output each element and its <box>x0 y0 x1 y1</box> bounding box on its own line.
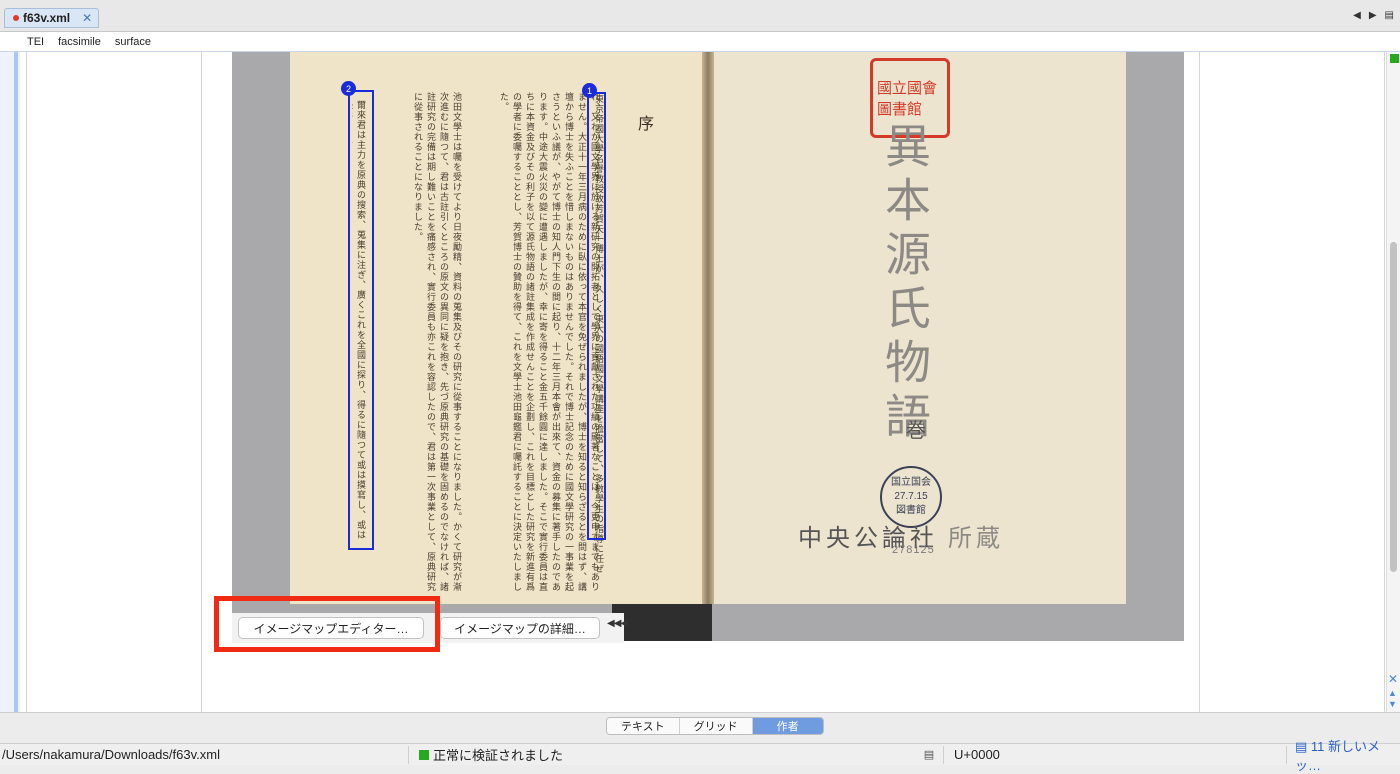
breadcrumb: TEI facsimile surface <box>0 32 1400 52</box>
status-bar: /Users/nakamura/Downloads/f63v.xml 正常に検証… <box>0 739 1400 773</box>
mode-switcher: テキスト グリッド 作者 <box>606 717 824 735</box>
validation-status[interactable]: 正常に検証されました <box>409 745 915 764</box>
zone-2-box[interactable] <box>348 90 374 550</box>
unicode-indicator: U+0000 <box>954 747 1000 762</box>
collection-mark: 所蔵 <box>948 524 1004 552</box>
book-title: 異本源氏物語 <box>878 122 932 446</box>
close-marker-icon[interactable]: ✕ <box>1388 672 1398 686</box>
message-icon: ▤ <box>1295 738 1311 754</box>
tab-f63v-xml[interactable]: f63v.xml ✕ <box>4 8 100 28</box>
divider <box>1384 52 1385 712</box>
document-icon[interactable]: ▤ <box>915 748 943 761</box>
mode-text[interactable]: テキスト <box>607 718 680 734</box>
mode-grid[interactable]: グリッド <box>679 718 753 734</box>
stamp-line-3: 図書館 <box>896 505 926 516</box>
valid-icon <box>419 749 429 760</box>
modified-dot-icon <box>13 15 19 21</box>
vertical-scrollbar[interactable] <box>1390 242 1397 572</box>
tab-navigation: ◀ ▶ ▤ <box>1353 10 1394 21</box>
divider <box>26 52 27 712</box>
new-messages-link[interactable]: ▤ 11 新しいメッ… <box>1287 736 1400 774</box>
stamp-line-1: 国立国会 <box>891 477 931 488</box>
facsimile-image[interactable]: 序 れ、又わが國文學界に於ける新研究の開拓者として學界に貢獻された功績の顯著なこ… <box>232 52 1184 641</box>
accession-number: 278125 <box>892 544 935 556</box>
mode-author[interactable]: 作者 <box>752 718 823 734</box>
preface-text-right: れ、又わが國文學界に於ける新研究の開拓者として學界に貢獻された功績の顯著なことは… <box>500 92 599 592</box>
breadcrumb-facsimile[interactable]: facsimile <box>58 36 101 48</box>
volume-mark: 巻 <box>906 418 926 442</box>
tab-list-icon[interactable]: ▤ <box>1385 10 1394 21</box>
tab-next-icon[interactable]: ▶ <box>1369 10 1377 21</box>
zone-1-number[interactable]: 1 <box>582 83 597 98</box>
author-mode-editor: 序 れ、又わが國文學界に於ける新研究の開拓者として學界に貢獻された功績の顯著なこ… <box>0 52 1400 712</box>
close-tab-icon[interactable]: ✕ <box>82 11 92 25</box>
preface-text-left: 池田文學士は囑を受けてより日夜勵精、資料の蒐集及びその研究に從事することになりま… <box>412 92 461 592</box>
editor-tab-bar: f63v.xml ✕ ◀ ▶ ▤ <box>0 0 1400 32</box>
file-path: /Users/nakamura/Downloads/f63v.xml <box>2 747 220 762</box>
collapse-arrows-icon[interactable]: ◀◀◀ <box>607 618 628 629</box>
highlight-annotation-box <box>214 596 440 652</box>
preface-heading: 序 <box>638 114 655 133</box>
left-gutter <box>0 52 20 712</box>
breadcrumb-surface[interactable]: surface <box>115 36 151 48</box>
book-spine <box>702 52 714 604</box>
tab-prev-icon[interactable]: ◀ <box>1353 10 1361 21</box>
breadcrumb-tei[interactable]: TEI <box>27 36 44 48</box>
stamp-line-2: 27.7.15 <box>894 491 928 502</box>
right-gutter: ✕ ▲ ▼ <box>1386 52 1400 712</box>
zone-2-number[interactable]: 2 <box>341 81 356 96</box>
scroll-down-icon[interactable]: ▼ <box>1388 699 1397 709</box>
editing-mode-bar: テキスト グリッド 作者 <box>0 712 1400 740</box>
scroll-up-icon[interactable]: ▲ <box>1388 688 1397 698</box>
imagemap-details-button[interactable]: イメージマップの詳細… <box>440 617 600 639</box>
element-range-bar <box>14 52 18 712</box>
divider <box>201 52 202 712</box>
validation-text: 正常に検証されました <box>433 748 564 763</box>
tab-filename: f63v.xml <box>23 11 71 25</box>
validation-ok-icon <box>1390 54 1399 63</box>
zone-1-box[interactable] <box>587 92 606 540</box>
divider <box>1199 52 1200 712</box>
